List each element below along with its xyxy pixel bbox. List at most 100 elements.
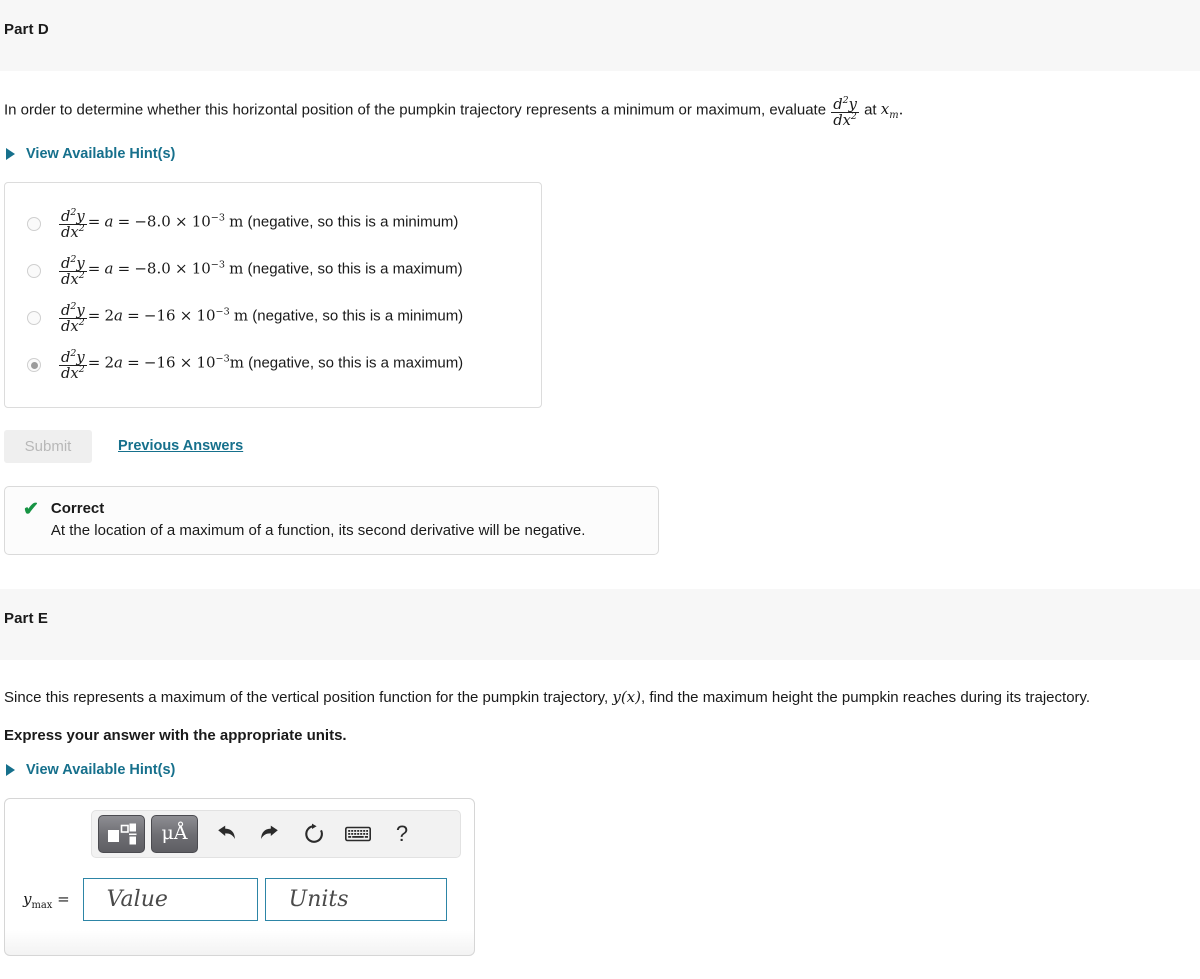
choice-text-2: d2y dx2 = a = −8.0 × 10−3 m (negative, s…: [58, 254, 463, 288]
part-d-bottom-spacer: [4, 555, 1196, 589]
choice-4-unit: m: [229, 353, 244, 372]
part-e-question-part1: Since this represents a maximum of the v…: [4, 688, 609, 706]
part-d-feedback: ✔ Correct At the location of a maximum o…: [4, 485, 659, 555]
choice-4-eq1: =: [87, 353, 101, 372]
x-m-symbol: xm: [880, 100, 899, 122]
choice-2-coef: a: [104, 259, 114, 278]
part-d-question-suffix: at: [864, 101, 877, 119]
choice-2-eq2: =: [117, 259, 131, 278]
choice-4-eq2: =: [127, 353, 140, 372]
reset-button[interactable]: [292, 815, 336, 853]
part-e-question-part2: , find the maximum height the pumpkin re…: [640, 688, 1091, 706]
part-e-answer-box: μÅ ? ymax = Value Units: [4, 797, 475, 956]
choice-2-base: 10: [191, 259, 211, 278]
radio-choice-1[interactable]: [27, 217, 41, 232]
choice-2-value: −8.0: [134, 259, 171, 278]
choice-4-exponent: −3: [215, 353, 230, 365]
part-e-instruction: Express your answer with the appropriate…: [4, 726, 347, 744]
undo-button[interactable]: [204, 815, 248, 853]
choice-3-eq2: =: [127, 306, 140, 325]
part-d-view-hints[interactable]: View Available Hint(s): [4, 128, 175, 162]
choice-1-derivative: d2y dx2: [59, 207, 87, 241]
choice-3-base: 10: [196, 306, 216, 325]
choice-2-times: ×: [174, 259, 188, 278]
units-input[interactable]: Units: [264, 877, 447, 921]
triangle-right-icon: [6, 147, 15, 160]
redo-button[interactable]: [248, 815, 292, 853]
choice-row-4[interactable]: d2y dx2 = 2a = −16 × 10−3m (negative, so…: [5, 342, 541, 389]
choice-3-derivative: d2y dx2: [59, 301, 87, 335]
choice-4-times: ×: [179, 353, 193, 372]
part-e-hint-label: View Available Hint(s): [26, 761, 176, 778]
choice-1-coef: a: [104, 212, 114, 231]
choice-1-exponent: −3: [210, 212, 225, 224]
part-e-header: Part E: [0, 588, 1200, 660]
choice-1-eq1: =: [87, 212, 101, 231]
choice-1-value: −8.0: [134, 212, 171, 231]
choice-2-exponent: −3: [210, 259, 225, 271]
choice-row-1[interactable]: d2y dx2 = a = −8.0 × 10−3 m (negative, s…: [5, 201, 541, 248]
submit-button[interactable]: Submit: [4, 429, 92, 463]
radio-choice-4[interactable]: [27, 358, 41, 373]
choice-4-coef: 2a: [104, 353, 123, 372]
choice-3-times: ×: [179, 306, 193, 325]
units-button[interactable]: μÅ: [151, 814, 198, 853]
part-e-question: Since this represents a maximum of the v…: [4, 660, 1196, 708]
radio-choice-3[interactable]: [27, 311, 41, 326]
value-input[interactable]: Value: [82, 877, 258, 921]
previous-answers-link[interactable]: Previous Answers: [118, 438, 243, 454]
choice-1-note: (negative, so this is a minimum): [247, 213, 459, 231]
feedback-status: Correct: [50, 499, 105, 517]
math-toolbar: μÅ ?: [91, 809, 461, 858]
choice-1-unit: m: [229, 212, 244, 231]
help-question-mark-label: ?: [395, 820, 409, 846]
part-d-choice-list: d2y dx2 = a = −8.0 × 10−3 m (negative, s…: [4, 181, 542, 408]
part-d-question-prefix: In order to determine whether this horiz…: [4, 101, 827, 119]
answer-input-row: ymax = Value Units: [15, 877, 464, 921]
period: .: [898, 100, 904, 119]
radio-choice-2[interactable]: [27, 264, 41, 279]
choice-2-derivative: d2y dx2: [59, 254, 87, 288]
y-max-subscript: max: [31, 900, 53, 912]
choice-row-2[interactable]: d2y dx2 = a = −8.0 × 10−3 m (negative, s…: [5, 248, 541, 295]
part-e-body: Since this represents a maximum of the v…: [0, 660, 1200, 956]
math-template-button[interactable]: [98, 814, 145, 853]
keyboard-button[interactable]: [336, 815, 380, 853]
choice-3-note: (negative, so this is a minimum): [252, 307, 464, 325]
choice-text-4: d2y dx2 = 2a = −16 × 10−3m (negative, so…: [58, 347, 464, 382]
choice-3-coef: 2a: [104, 306, 123, 325]
mastering-physics-problem-page: Part D In order to determine whether thi…: [0, 0, 1200, 979]
y-max-label: ymax =: [23, 890, 70, 912]
undo-arrow-icon: [218, 825, 235, 839]
math-template-icon: [107, 823, 136, 845]
part-e-view-hints[interactable]: View Available Hint(s): [4, 744, 175, 778]
choice-2-note: (negative, so this is a maximum): [247, 260, 463, 278]
units-label: μÅ: [161, 822, 188, 845]
choice-3-value: −16: [143, 306, 176, 325]
choice-4-derivative: d2y dx2: [59, 347, 87, 382]
help-button[interactable]: ?: [380, 815, 424, 853]
part-d-body: In order to determine whether this horiz…: [0, 71, 1200, 589]
choice-4-value: −16: [143, 353, 176, 372]
y-of-x-symbol: y(x): [612, 687, 641, 706]
choice-4-note: (negative, so this is a maximum): [248, 354, 464, 372]
part-e-title: Part E: [4, 609, 48, 627]
reset-circular-arrow-icon: [305, 823, 323, 843]
check-icon: ✔: [23, 498, 39, 520]
value-input-placeholder: Value: [106, 886, 168, 912]
redo-arrow-icon: [261, 825, 278, 839]
part-d-header: Part D: [0, 0, 1200, 71]
choice-1-base: 10: [191, 212, 211, 231]
triangle-right-icon: [6, 763, 15, 776]
choice-4-base: 10: [196, 353, 216, 372]
choice-3-exponent: −3: [215, 306, 230, 318]
choice-text-3: d2y dx2 = 2a = −16 × 10−3 m (negative, s…: [58, 301, 464, 335]
choice-3-eq1: =: [87, 306, 101, 325]
choice-2-unit: m: [229, 259, 244, 278]
part-d-title: Part D: [4, 21, 49, 38]
choice-row-3[interactable]: d2y dx2 = 2a = −16 × 10−3 m (negative, s…: [5, 295, 541, 342]
part-d-question: In order to determine whether this horiz…: [4, 71, 1196, 128]
units-input-placeholder: Units: [288, 886, 349, 912]
choice-text-1: d2y dx2 = a = −8.0 × 10−3 m (negative, s…: [58, 207, 459, 241]
choice-3-unit: m: [233, 306, 249, 325]
